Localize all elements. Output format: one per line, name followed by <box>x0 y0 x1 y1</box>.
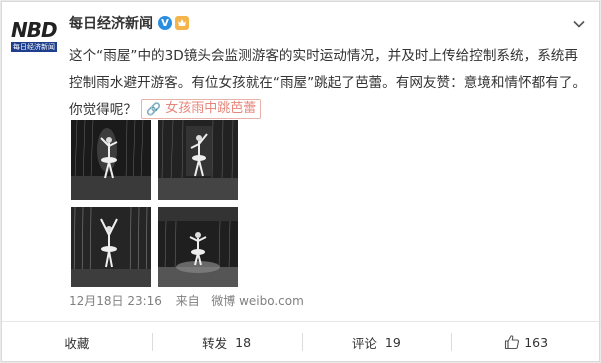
chevron-down-icon[interactable] <box>572 16 586 30</box>
weibo-card: NBD 每日经济新闻 每日经济新闻 V 这个“雨屋”中的3D镜头会监测游客的实时… <box>1 1 601 362</box>
post-image-1[interactable] <box>71 120 151 200</box>
like-button[interactable]: 163 <box>451 322 601 362</box>
verified-icon[interactable]: V <box>158 16 172 30</box>
post-timestamp[interactable]: 12月18日 23:16 <box>69 293 162 309</box>
vip-icon[interactable] <box>175 16 189 30</box>
source-link[interactable]: 微博 weibo.com <box>211 293 304 309</box>
comment-button[interactable]: 评论 19 <box>301 322 452 362</box>
topic-link-label: 女孩雨中跳芭蕾 <box>165 101 257 116</box>
post-meta: 12月18日 23:16 来自 微博 weibo.com <box>69 293 304 309</box>
repost-button[interactable]: 转发 18 <box>151 322 302 362</box>
post-image-3[interactable] <box>71 207 151 287</box>
author-row: 每日经济新闻 V <box>69 13 189 33</box>
repost-count: 18 <box>235 334 252 350</box>
comment-count: 19 <box>384 334 401 350</box>
action-bar: 收藏 转发 18 评论 19 163 <box>2 321 601 362</box>
post-text: 这个“雨屋”中的3D镜头会监测游客的实时运动情况，并及时上传给控制系统，系统再控… <box>69 43 587 124</box>
post-image-4[interactable] <box>158 207 238 287</box>
author-name[interactable]: 每日经济新闻 <box>69 13 153 33</box>
comment-label: 评论 <box>351 335 377 351</box>
avatar-logo-text: NBD <box>11 18 58 42</box>
favorite-button[interactable]: 收藏 <box>2 322 152 362</box>
favorite-label: 收藏 <box>64 335 90 351</box>
source-prefix: 来自 <box>175 294 200 308</box>
thumbs-up-icon <box>504 334 520 350</box>
link-icon: 🔗 <box>146 102 162 116</box>
post-image-2[interactable] <box>158 120 238 200</box>
like-count: 163 <box>524 334 549 350</box>
account-avatar[interactable]: NBD 每日经济新闻 <box>11 18 58 56</box>
avatar-logo-subtext: 每日经济新闻 <box>11 42 57 52</box>
repost-label: 转发 <box>202 335 228 351</box>
topic-link[interactable]: 🔗 女孩雨中跳芭蕾 <box>141 99 262 119</box>
